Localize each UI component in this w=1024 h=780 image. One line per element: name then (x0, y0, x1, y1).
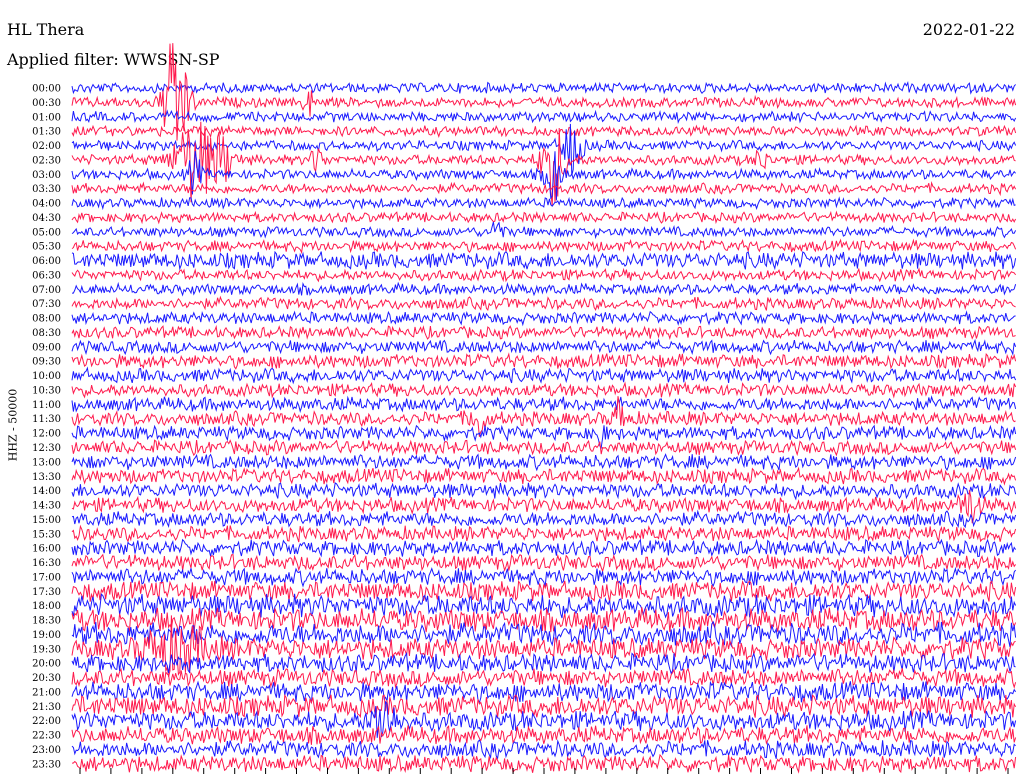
trace-row-1400 (71, 482, 1017, 501)
row-label-0600: 06:00 (32, 256, 61, 267)
row-label-0800: 08:00 (32, 314, 61, 325)
trace-row-0800 (71, 310, 1016, 327)
row-label-0530: 05:30 (32, 242, 61, 253)
row-label-1800: 18:00 (32, 601, 61, 612)
row-label-0400: 04:00 (32, 199, 61, 210)
row-label-2130: 21:30 (32, 702, 61, 713)
row-label-2300: 23:00 (32, 745, 61, 756)
trace-row-1530 (71, 524, 1017, 543)
trace-row-0900 (71, 338, 1017, 357)
row-label-1230: 12:30 (32, 443, 61, 454)
row-label-0030: 00:30 (32, 98, 61, 109)
row-label-1730: 17:30 (32, 587, 61, 598)
row-label-0900: 09:00 (32, 342, 61, 353)
row-label-1000: 10:00 (32, 371, 61, 382)
trace-row-0400 (71, 196, 1016, 211)
trace-row-0630 (71, 267, 1017, 283)
trace-row-0730 (71, 295, 1016, 311)
row-label-0630: 06:30 (32, 270, 61, 281)
trace-row-0030 (71, 43, 1017, 141)
trace-row-0830 (71, 324, 1016, 341)
trace-row-1200 (71, 424, 1017, 449)
row-label-2030: 20:30 (32, 673, 61, 684)
trace-row-0100 (71, 109, 1017, 124)
row-label-0930: 09:30 (32, 357, 61, 368)
seismic-traces (71, 43, 1017, 774)
row-label-0330: 03:30 (32, 184, 61, 195)
row-label-0300: 03:00 (32, 170, 61, 181)
row-label-2330: 23:30 (32, 759, 61, 770)
row-label-1700: 17:00 (32, 572, 61, 583)
row-label-1030: 10:30 (32, 385, 61, 396)
trace-row-0600 (71, 250, 1017, 271)
row-label-2100: 21:00 (32, 687, 61, 698)
trace-row-1430 (71, 490, 1017, 524)
trace-row-1030 (71, 381, 1017, 399)
trace-row-1330 (71, 466, 1017, 486)
trace-row-1730 (71, 579, 1017, 603)
row-label-1500: 15:00 (32, 515, 61, 526)
row-label-2000: 20:00 (32, 659, 61, 670)
trace-row-2000 (71, 651, 1016, 675)
row-labels: 00:00 00:30 01:00 01:30 02:00 02:30 03:00 03:30… (32, 84, 61, 771)
row-label-0100: 01:00 (32, 112, 61, 123)
row-label-0830: 08:30 (32, 328, 61, 339)
row-label-0000: 00:00 (32, 84, 61, 95)
trace-row-2200 (71, 700, 1017, 738)
row-label-1930: 19:30 (32, 644, 61, 655)
row-label-1330: 13:30 (32, 472, 61, 483)
row-label-1600: 16:00 (32, 544, 61, 555)
trace-row-0000 (71, 80, 1016, 95)
trace-row-1000 (71, 366, 1017, 385)
row-label-2230: 22:30 (32, 731, 61, 742)
row-label-2200: 22:00 (32, 716, 61, 727)
trace-row-0500 (71, 221, 1017, 240)
row-label-1130: 11:30 (32, 414, 61, 425)
row-label-0700: 07:00 (32, 285, 61, 296)
row-label-1100: 11:00 (32, 400, 61, 411)
trace-row-0700 (72, 281, 1017, 297)
trace-row-2130 (71, 693, 1017, 719)
row-label-1830: 18:30 (32, 616, 61, 627)
row-label-1630: 16:30 (32, 558, 61, 569)
row-label-0430: 04:30 (32, 213, 61, 224)
row-label-1400: 14:00 (32, 486, 61, 497)
trace-row-0130 (71, 124, 1017, 139)
trace-row-1300 (71, 453, 1017, 472)
row-label-1200: 12:00 (32, 429, 61, 440)
trace-row-0930 (71, 352, 1017, 370)
row-label-1530: 15:30 (32, 529, 61, 540)
row-label-0130: 01:30 (32, 127, 61, 138)
trace-row-0530 (71, 238, 1017, 255)
trace-row-1230 (71, 439, 1017, 457)
row-label-0230: 02:30 (32, 155, 61, 166)
trace-row-1500 (71, 509, 1017, 529)
trace-row-1600 (71, 538, 1017, 558)
row-label-1900: 19:00 (32, 630, 61, 641)
trace-row-2100 (71, 680, 1017, 704)
helicorder-plot: 00:00 00:30 01:00 01:30 02:00 02:30 03:00 03:30… (32, 43, 1017, 774)
trace-row-1700 (71, 566, 1017, 588)
row-label-0500: 05:00 (32, 227, 61, 238)
row-label-1300: 13:00 (32, 457, 61, 468)
trace-row-1100 (71, 395, 1017, 413)
row-label-0200: 02:00 (32, 141, 61, 152)
bottom-ticks (79, 768, 1009, 774)
trace-row-0430 (71, 210, 1017, 225)
row-label-1430: 14:30 (32, 501, 61, 512)
row-label-0730: 07:30 (32, 299, 61, 310)
